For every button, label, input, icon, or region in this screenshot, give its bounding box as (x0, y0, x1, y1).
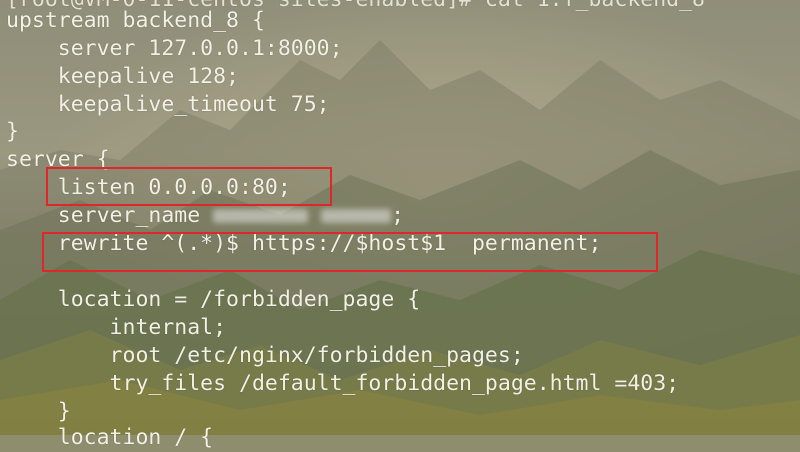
code-line-listen: listen 0.0.0.0:80; (6, 175, 291, 200)
code-line: server 127.0.0.1:8000; (6, 36, 343, 61)
code-line: try_files /default_forbidden_page.html =… (6, 371, 680, 396)
redacted-domain (321, 209, 392, 223)
code-line: } (6, 399, 71, 424)
code-line: location = /forbidden_page { (6, 287, 421, 312)
server-name-terminator: ; (391, 203, 405, 228)
terminal-output: [root@VM-0-11-centos sites-enabled]# cat… (0, 0, 800, 450)
code-line: location / { (6, 425, 214, 450)
code-line: upstream backend_8 { (6, 8, 265, 33)
code-line-server-name: server_name ; (6, 202, 404, 230)
code-line-rewrite: rewrite ^(.*)$ https://$host$1 permanent… (6, 231, 602, 256)
code-line: keepalive_timeout 75; (6, 92, 330, 117)
code-line: keepalive 128; (6, 64, 239, 89)
server-name-keyword: server_name (6, 203, 214, 228)
code-line: server { (6, 147, 110, 172)
code-line: } (6, 119, 19, 144)
redacted-domain (213, 209, 309, 223)
code-line: root /etc/nginx/forbidden_pages; (6, 343, 524, 368)
code-line: internal; (6, 315, 227, 340)
